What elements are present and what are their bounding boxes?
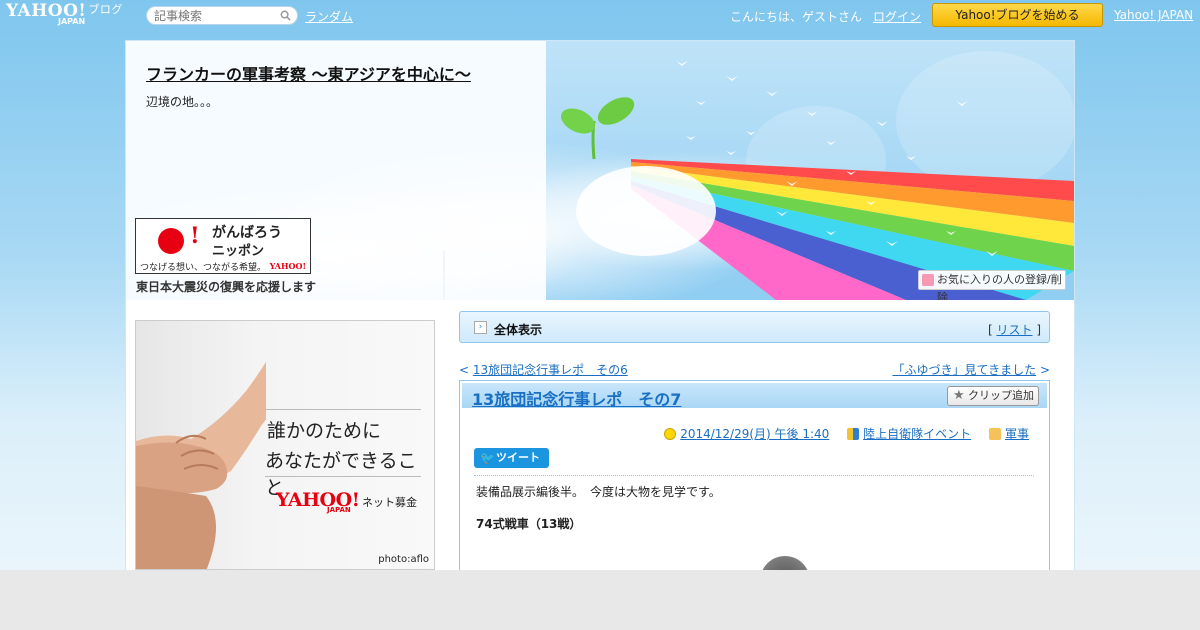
- article-header: 13旅団記念行事レポ その7 ★ クリップ追加: [462, 383, 1047, 410]
- yahoo-logo-sub: JAPAN: [327, 506, 351, 514]
- article-title[interactable]: 13旅団記念行事レポ その7: [472, 386, 681, 410]
- list-link-wrapper: [ リスト ]: [987, 323, 1041, 337]
- random-link[interactable]: ランダム: [305, 8, 353, 25]
- star-icon: ★: [953, 388, 965, 403]
- article: 13旅団記念行事レポ その7 ★ クリップ追加 2014/12/29(月) 午後…: [459, 380, 1050, 599]
- all-view-bar: › 全体表示 [ リスト ]: [459, 311, 1050, 343]
- ganbaro-line2: ニッポン: [212, 244, 265, 259]
- ad-service-name: ネット募金: [362, 496, 417, 509]
- clip-add-label: クリップ追加: [968, 389, 1034, 402]
- all-view-label[interactable]: 全体表示: [494, 321, 542, 338]
- handshake-image: [136, 361, 266, 569]
- ganbaro-caption: 東日本大震災の復興を応援します: [136, 280, 317, 294]
- greeting-text: こんにちは、ゲストさん: [730, 10, 863, 24]
- ganbaro-nippon-banner[interactable]: ! がんばろう ニッポン つなげる想い、つながる希望。 YAHOO!: [135, 218, 311, 274]
- blog-subtitle: 辺境の地。。。: [146, 95, 219, 109]
- prev-article-nav: < 13旅団記念行事レポ その6: [459, 363, 628, 377]
- prev-article-link[interactable]: 13旅団記念行事レポ その6: [473, 363, 628, 377]
- page-container: フランカーの軍事考察 ～東アジアを中心に～ 辺境の地。。。 お気に入りの人の登録…: [125, 40, 1075, 600]
- red-circle-icon: [158, 228, 184, 254]
- heart-icon: [922, 274, 934, 286]
- article-body-text: 装備品展示編後半。 今度は大物を見学です。: [476, 485, 721, 499]
- exclamation-icon: !: [190, 223, 200, 249]
- ad-headline-line1: 誰かのために: [267, 420, 382, 442]
- ad-divider-bottom: [265, 476, 421, 477]
- next-article-nav: 「ふゆづき」見てきました >: [892, 363, 1050, 377]
- list-link[interactable]: リスト: [996, 323, 1032, 337]
- tweet-label: ツイート: [496, 451, 540, 464]
- article-date-link[interactable]: 2014/12/29(月) 午後 1:40: [680, 427, 829, 441]
- ad-divider-top: [265, 409, 421, 410]
- blog-title[interactable]: フランカーの軍事考察 ～東アジアを中心に～: [146, 61, 471, 85]
- chevron-right-icon: ›: [474, 321, 487, 334]
- login-link[interactable]: ログイン: [873, 8, 921, 25]
- ganbaro-line1: がんばろう: [212, 225, 282, 241]
- twitter-bird-icon: 🐦: [480, 451, 495, 465]
- search-input[interactable]: [154, 7, 282, 24]
- category-link-1[interactable]: 陸上自衛隊イベント: [863, 427, 971, 441]
- category-link-2[interactable]: 軍事: [1005, 427, 1029, 441]
- favorite-register-button[interactable]: お気に入りの人の登録/削除: [918, 270, 1066, 300]
- ad-photo-credit: photo:aflo: [378, 554, 429, 565]
- ganbaro-tagline: つなげる想い、つながる希望。: [140, 263, 267, 273]
- article-meta: 2014/12/29(月) 午後 1:40 陸上自衛隊イベント 軍事: [650, 425, 1029, 442]
- search-icon[interactable]: [280, 10, 291, 21]
- start-blog-button[interactable]: Yahoo!ブログを始める: [932, 3, 1103, 27]
- page-footer-band: [0, 570, 1200, 630]
- article-divider: [474, 475, 1034, 476]
- search-box: [146, 6, 298, 25]
- top-bar: YAHOO!ブログ JAPAN ランダム こんにちは、ゲストさん ログイン Ya…: [0, 0, 1200, 32]
- clip-add-button[interactable]: ★ クリップ追加: [947, 386, 1039, 406]
- ganbaro-brand: YAHOO!: [269, 261, 306, 271]
- folder-icon: [988, 428, 1001, 440]
- book-icon: [847, 428, 860, 440]
- next-article-link[interactable]: 「ふゆづき」見てきました: [892, 363, 1036, 377]
- article-subheading: 74式戦車（13戦）: [476, 517, 582, 531]
- tweet-button[interactable]: 🐦 ツイート: [474, 448, 549, 468]
- yahoo-blog-logo[interactable]: YAHOO! ブログ JAPAN: [6, 3, 123, 26]
- yahoo-japan-link[interactable]: Yahoo! JAPAN: [1114, 8, 1193, 22]
- donation-ad-banner[interactable]: 誰かのために あなたができること YAHOO! JAPAN ネット募金 phot…: [135, 320, 435, 570]
- clock-icon: [664, 428, 677, 440]
